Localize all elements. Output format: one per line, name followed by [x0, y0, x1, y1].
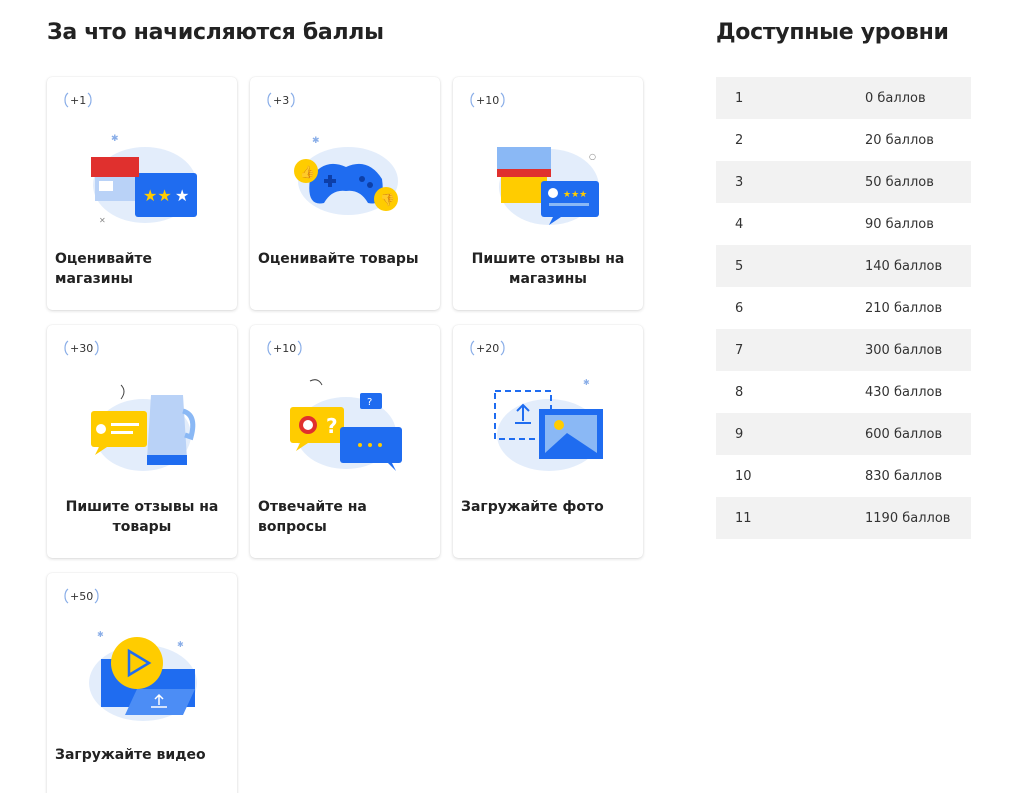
- level-number: 11: [735, 510, 752, 526]
- shop-rating-illustration: ★★ ★ ✱ ✕: [77, 123, 207, 243]
- svg-text:★★: ★★: [143, 186, 172, 205]
- laurel-left-icon: [64, 588, 69, 604]
- svg-text:✕: ✕: [99, 216, 106, 225]
- level-points: 90 баллов: [865, 216, 934, 232]
- points-value: +20: [476, 341, 500, 355]
- card-label: Пишите отзывы на магазины: [471, 251, 625, 287]
- level-points: 210 баллов: [865, 300, 943, 316]
- earn-card-rate-products[interactable]: +3 👍 👎 ✱ Оценивайте товары: [250, 77, 440, 310]
- points-value: +10: [476, 93, 500, 107]
- photo-upload-illustration: ✱: [483, 371, 613, 491]
- level-number: 7: [735, 342, 744, 358]
- level-row: 3 50 баллов: [716, 161, 971, 203]
- card-label: Оценивайте товары: [258, 251, 419, 267]
- level-points: 830 баллов: [865, 468, 943, 484]
- laurel-right-icon: [500, 92, 505, 108]
- level-number: 2: [735, 132, 744, 148]
- earn-card-shop-reviews[interactable]: +10 ★★★ ○ Пишите отзывы на магазины: [453, 77, 643, 310]
- earn-card-rate-shops[interactable]: +1 ★★ ★ ✱ ✕ Оценивайте магазины: [47, 77, 237, 310]
- product-rating-illustration: 👍 👎 ✱: [280, 123, 410, 243]
- laurel-left-icon: [267, 92, 272, 108]
- levels-table: 1 0 баллов 2 20 баллов 3 50 баллов 4 90 балл…: [716, 77, 971, 539]
- earn-card-answer-questions[interactable]: +10 ? ? Отвечайте на вопросы: [250, 325, 440, 558]
- laurel-left-icon: [64, 340, 69, 356]
- level-row: 1 0 баллов: [716, 77, 971, 119]
- card-label: Оценивайте магазины: [55, 251, 152, 287]
- level-number: 8: [735, 384, 744, 400]
- shop-review-illustration: ★★★ ○: [483, 123, 613, 243]
- svg-text:👎: 👎: [380, 193, 395, 207]
- laurel-right-icon: [500, 340, 505, 356]
- product-review-illustration: [77, 371, 207, 491]
- level-row: 2 20 баллов: [716, 119, 971, 161]
- level-points: 300 баллов: [865, 342, 943, 358]
- svg-text:✱: ✱: [583, 378, 590, 387]
- points-value: +30: [70, 341, 94, 355]
- svg-text:✱: ✱: [312, 136, 320, 146]
- level-points: 50 баллов: [865, 174, 934, 190]
- earn-card-upload-photo[interactable]: +20 ✱ Загружайте фото: [453, 325, 643, 558]
- level-row: 4 90 баллов: [716, 203, 971, 245]
- points-badge: +20: [469, 339, 506, 357]
- points-badge: +10: [469, 91, 506, 109]
- level-number: 6: [735, 300, 744, 316]
- level-points: 430 баллов: [865, 384, 943, 400]
- earn-section-title: За что начисляются баллы: [47, 20, 384, 45]
- points-value: +50: [70, 589, 94, 603]
- earn-card-product-reviews[interactable]: +30 Пишите отзывы на товары: [47, 325, 237, 558]
- level-row: 7 300 баллов: [716, 329, 971, 371]
- video-upload-illustration: ✱ ✱: [77, 619, 207, 739]
- level-number: 5: [735, 258, 744, 274]
- level-number: 3: [735, 174, 744, 190]
- points-value: +10: [273, 341, 297, 355]
- svg-text:✱: ✱: [111, 134, 119, 144]
- level-number: 4: [735, 216, 744, 232]
- level-row: 9 600 баллов: [716, 413, 971, 455]
- laurel-left-icon: [267, 340, 272, 356]
- laurel-right-icon: [94, 588, 99, 604]
- level-row: 8 430 баллов: [716, 371, 971, 413]
- svg-text:★: ★: [175, 186, 189, 205]
- level-row: 6 210 баллов: [716, 287, 971, 329]
- card-label: Пишите отзывы на товары: [65, 499, 219, 535]
- laurel-right-icon: [297, 340, 302, 356]
- points-badge: +50: [63, 587, 100, 605]
- laurel-right-icon: [94, 340, 99, 356]
- points-value: +1: [70, 93, 87, 107]
- card-label: Загружайте фото: [461, 499, 604, 515]
- svg-text:○: ○: [589, 152, 596, 161]
- level-number: 9: [735, 426, 744, 442]
- level-row: 5 140 баллов: [716, 245, 971, 287]
- svg-text:?: ?: [326, 414, 338, 438]
- level-row: 10 830 баллов: [716, 455, 971, 497]
- laurel-left-icon: [470, 92, 475, 108]
- level-points: 20 баллов: [865, 132, 934, 148]
- card-label: Загружайте видео: [55, 747, 206, 763]
- points-badge: +3: [266, 91, 296, 109]
- level-number: 1: [735, 90, 744, 106]
- svg-text:?: ?: [367, 397, 372, 408]
- laurel-right-icon: [87, 92, 92, 108]
- level-points: 140 баллов: [865, 258, 943, 274]
- level-points: 0 баллов: [865, 90, 926, 106]
- points-badge: +1: [63, 91, 93, 109]
- svg-text:✱: ✱: [177, 640, 184, 649]
- laurel-right-icon: [290, 92, 295, 108]
- points-badge: +30: [63, 339, 100, 357]
- laurel-left-icon: [470, 340, 475, 356]
- questions-illustration: ? ?: [280, 371, 410, 491]
- svg-text:★★★: ★★★: [563, 190, 587, 200]
- svg-text:✱: ✱: [97, 630, 104, 639]
- points-badge: +10: [266, 339, 303, 357]
- level-number: 10: [735, 468, 752, 484]
- card-label: Отвечайте на вопросы: [258, 499, 367, 535]
- level-row: 11 1190 баллов: [716, 497, 971, 539]
- laurel-left-icon: [64, 92, 69, 108]
- levels-section-title: Доступные уровни: [716, 20, 949, 45]
- level-points: 1190 баллов: [865, 510, 951, 526]
- level-points: 600 баллов: [865, 426, 943, 442]
- points-value: +3: [273, 93, 290, 107]
- svg-text:👍: 👍: [300, 165, 315, 179]
- earn-card-upload-video[interactable]: +50 ✱ ✱ Загружайте видео: [47, 573, 237, 793]
